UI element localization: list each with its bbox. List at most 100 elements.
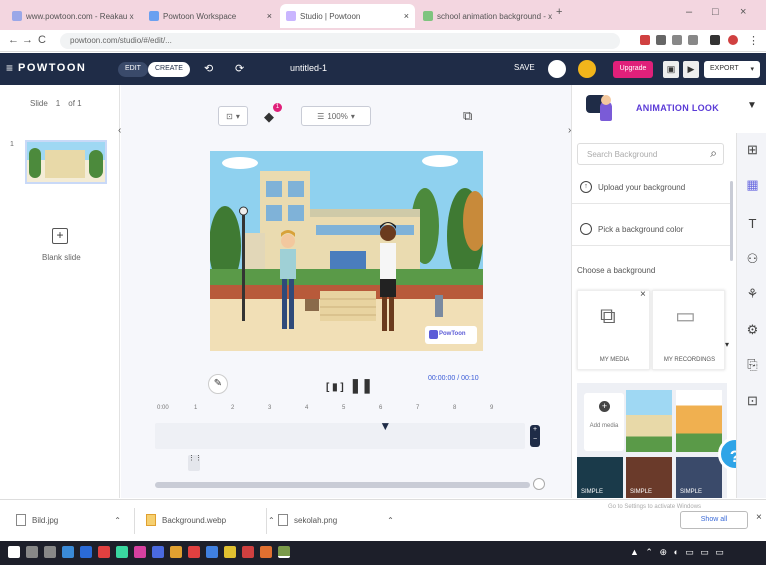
menu-icon[interactable]: ⋮ <box>748 34 759 47</box>
upload-background-button[interactable]: ↑ Upload your background <box>580 181 685 193</box>
windows-start-icon[interactable] <box>8 546 20 558</box>
preview-icon[interactable]: ▣ <box>663 61 679 78</box>
background-thumbnail[interactable] <box>676 390 722 452</box>
add-slide-icon[interactable]: + <box>52 228 68 244</box>
characters-icon[interactable]: ⚇ <box>744 250 761 267</box>
close-window-button[interactable]: × <box>740 6 746 18</box>
app-icon[interactable] <box>116 546 128 558</box>
app-icon[interactable] <box>260 546 272 558</box>
search-icon[interactable] <box>26 546 38 558</box>
app-icon[interactable] <box>80 546 92 558</box>
play-icon[interactable]: ▶ <box>683 61 699 78</box>
close-icon[interactable]: × <box>756 512 762 523</box>
upload-icon[interactable]: ⊡ <box>744 392 761 409</box>
browser-tab[interactable]: Powtoon Workspace × <box>143 4 278 28</box>
collapse-right-icon[interactable]: › <box>568 125 571 136</box>
upgrade-button[interactable]: Upgrade <box>613 61 653 78</box>
export-button[interactable]: EXPORT ▾ <box>704 61 760 78</box>
background-thumbnail[interactable]: SIMPLE <box>626 457 672 498</box>
app-icon[interactable] <box>134 546 146 558</box>
scroll-handle-icon[interactable] <box>533 478 545 490</box>
background-thumbnail[interactable]: SIMPLE <box>577 457 623 498</box>
system-tray-icons[interactable]: ▲ ⌃ ⊕ ◐ ▭ ▭ ▭ <box>630 547 726 558</box>
zoom-control[interactable]: ☰ 100% ▾ <box>301 106 371 126</box>
slide-stage[interactable]: PowToon <box>210 151 483 351</box>
chevron-up-icon[interactable]: ⌃ <box>387 516 394 525</box>
extension-icon[interactable] <box>672 35 682 45</box>
add-media-button[interactable]: + Add media <box>584 393 624 451</box>
maximize-button[interactable]: □ <box>712 6 719 18</box>
chevron-down-icon[interactable]: ▼ <box>747 100 757 111</box>
props-icon[interactable]: ⚘ <box>744 285 761 302</box>
hamburger-menu-icon[interactable]: ≡ <box>6 61 13 75</box>
new-tab-button[interactable]: + <box>556 6 562 18</box>
browser-tab-active[interactable]: Studio | Powtoon × <box>280 4 415 28</box>
user-avatar-2[interactable] <box>578 60 596 78</box>
tab-close-icon[interactable]: × <box>404 11 409 21</box>
hand-tool-icon[interactable]: ✎ <box>208 374 228 394</box>
undo-icon[interactable]: ⟲ <box>204 62 213 75</box>
app-icon-active[interactable] <box>278 546 290 558</box>
playhead-marker[interactable]: ▼ <box>379 419 391 433</box>
minimize-button[interactable]: – <box>686 6 692 18</box>
edit-mode-toggle[interactable]: EDIT <box>118 62 148 77</box>
reload-button[interactable]: C <box>38 34 46 46</box>
tab-close-icon[interactable]: × <box>267 11 272 21</box>
scroll-down-icon[interactable]: ▾ <box>725 340 729 349</box>
download-item[interactable]: Background.webp ⌃ <box>146 514 275 526</box>
background-thumbnail[interactable] <box>626 390 672 452</box>
download-item[interactable]: sekolah.png ⌃ <box>278 514 394 526</box>
layer-handle-icon[interactable]: ⋮⋮ <box>188 455 202 471</box>
app-icon[interactable] <box>242 546 254 558</box>
forward-button[interactable]: → <box>22 34 33 46</box>
media-library-icon[interactable]: ⎘ <box>744 356 761 373</box>
timeline-track[interactable] <box>155 423 525 449</box>
url-field[interactable]: powtoon.com/studio/#/edit/... <box>60 33 620 49</box>
profile-avatar[interactable] <box>728 35 738 45</box>
download-item[interactable]: Bild.jpg ⌃ <box>16 514 121 526</box>
redo-icon[interactable]: ⟳ <box>235 62 244 75</box>
extension-icon[interactable] <box>688 35 698 45</box>
copy-icon[interactable]: ⧉ <box>463 108 472 124</box>
sidebar-icon[interactable] <box>710 35 720 45</box>
create-mode-toggle[interactable]: CREATE <box>148 62 190 77</box>
app-icon[interactable] <box>98 546 110 558</box>
app-icon[interactable] <box>206 546 218 558</box>
app-icon[interactable] <box>62 546 74 558</box>
blank-slide-label[interactable]: Blank slide <box>42 253 81 262</box>
task-view-icon[interactable] <box>44 546 56 558</box>
browser-tab[interactable]: school animation background - x <box>417 4 552 28</box>
shapes-icon[interactable]: ⚙ <box>744 321 761 338</box>
vertical-scrollbar[interactable] <box>730 181 733 261</box>
resize-tool-button[interactable]: ⊡ ▾ <box>218 106 248 126</box>
extension-icon[interactable] <box>640 35 650 45</box>
user-avatar[interactable] <box>548 60 566 78</box>
layout-icon[interactable]: ⊞ <box>744 141 761 158</box>
app-icon[interactable] <box>170 546 182 558</box>
animation-look-title[interactable]: ANIMATION LOOK <box>636 103 719 113</box>
background-thumbnail[interactable]: SIMPLE <box>676 457 722 498</box>
layers-button[interactable]: ◆ 1 <box>264 103 282 124</box>
timeline-zoom-control[interactable]: + − <box>530 425 540 447</box>
background-icon[interactable]: ▦ <box>744 176 761 193</box>
browser-tab[interactable]: www.powtoon.com - Reakau x <box>6 4 141 28</box>
back-button[interactable]: ← <box>8 34 19 46</box>
my-recordings-card[interactable]: ▭ MY RECORDINGS <box>652 290 725 370</box>
document-title[interactable]: untitled-1 <box>290 63 327 73</box>
my-media-card[interactable]: ⧉ × MY MEDIA <box>577 289 650 370</box>
extension-icon[interactable] <box>656 35 666 45</box>
search-background-field[interactable]: Search Background ⌕ <box>577 143 724 165</box>
app-icon[interactable] <box>188 546 200 558</box>
app-icon[interactable] <box>224 546 236 558</box>
slide-thumbnail[interactable] <box>25 140 107 184</box>
save-button[interactable]: SAVE <box>514 63 535 72</box>
play-button[interactable]: [ ▮ ] ❚❚ <box>326 377 373 394</box>
pick-background-color-button[interactable]: Pick a background color <box>580 223 683 235</box>
show-all-button[interactable]: Show all <box>680 511 748 529</box>
close-icon[interactable]: × <box>640 289 646 300</box>
text-icon[interactable]: T <box>744 215 761 232</box>
horizontal-scrollbar[interactable] <box>155 482 530 488</box>
app-icon[interactable] <box>152 546 164 558</box>
chevron-up-icon[interactable]: ⌃ <box>268 516 275 525</box>
chevron-up-icon[interactable]: ⌃ <box>114 516 121 525</box>
